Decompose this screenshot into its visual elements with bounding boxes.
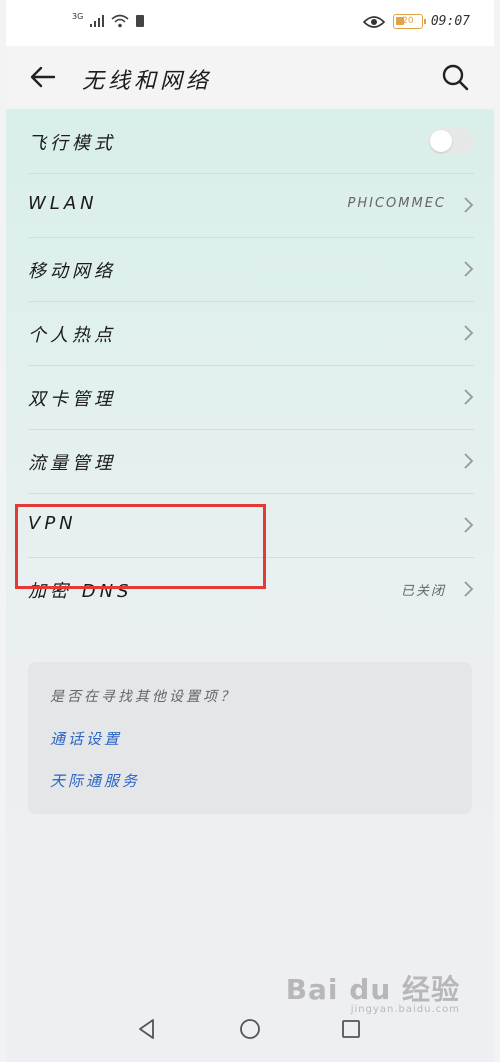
vpn-highlight-box (15, 504, 266, 589)
suggestion-title: 是否在寻找其他设置项？ (50, 689, 237, 705)
settings-row-dual-sim[interactable]: 双卡管理 (28, 366, 474, 430)
suggestion-card: 是否在寻找其他设置项？ 通话设置 天际通服务 (28, 662, 472, 814)
network-type: 3G (72, 12, 84, 21)
status-bar: 3G 20 09:07 (6, 0, 494, 46)
nav-recent-apps-icon[interactable] (340, 1018, 362, 1040)
row-label: 双卡管理 (28, 389, 116, 410)
settings-row-mobile-network[interactable]: 移动网络 (28, 238, 474, 302)
wlan-network-name: PHICOMMEC (347, 196, 446, 211)
skytone-service-link[interactable]: 天际通服务 (50, 770, 140, 791)
navigation-bar (6, 1008, 494, 1054)
chevron-right-icon (464, 453, 474, 469)
settings-row-data-usage[interactable]: 流量管理 (28, 430, 474, 494)
search-icon[interactable] (440, 62, 470, 92)
row-label: 飞行模式 (28, 133, 116, 154)
nav-home-icon[interactable] (239, 1018, 261, 1040)
phone-screen: 3G 20 09:07 无线和网络 飞行模式 WLAN PHICOMMEC 移动… (6, 0, 494, 1062)
chevron-right-icon (464, 389, 474, 405)
row-label: 流量管理 (28, 453, 116, 474)
chevron-right-icon (464, 261, 474, 277)
chevron-right-icon (464, 325, 474, 341)
battery-level: 20 (402, 16, 414, 26)
baidu-watermark: Bai du 经验 jingyan.baidu.com (285, 968, 460, 1015)
settings-row-airplane-mode[interactable]: 飞行模式 (28, 110, 474, 174)
back-arrow-icon[interactable] (28, 62, 58, 92)
encrypted-dns-status: 已关闭 (400, 584, 446, 599)
chevron-right-icon (464, 581, 474, 597)
app-header: 无线和网络 (6, 46, 494, 108)
sim-icon (136, 15, 145, 27)
settings-row-hotspot[interactable]: 个人热点 (28, 302, 474, 366)
toggle-knob (430, 130, 452, 152)
row-label: WLAN (28, 193, 98, 214)
watermark-brand: Bai du 经验 (285, 973, 460, 1006)
wifi-icon (111, 14, 129, 28)
chevron-right-icon (464, 197, 474, 213)
signal-icon (90, 15, 105, 27)
nav-back-icon[interactable] (136, 1018, 158, 1040)
page-title: 无线和网络 (82, 69, 213, 94)
settings-row-wlan[interactable]: WLAN PHICOMMEC (28, 174, 474, 238)
airplane-mode-toggle[interactable] (428, 128, 474, 154)
chevron-right-icon (464, 517, 474, 533)
clock: 09:07 (430, 14, 470, 29)
row-label: 个人热点 (28, 325, 116, 346)
eye-comfort-icon (362, 15, 385, 28)
call-settings-link[interactable]: 通话设置 (50, 728, 122, 749)
battery-icon: 20 (392, 14, 426, 29)
row-label: 移动网络 (28, 261, 116, 282)
